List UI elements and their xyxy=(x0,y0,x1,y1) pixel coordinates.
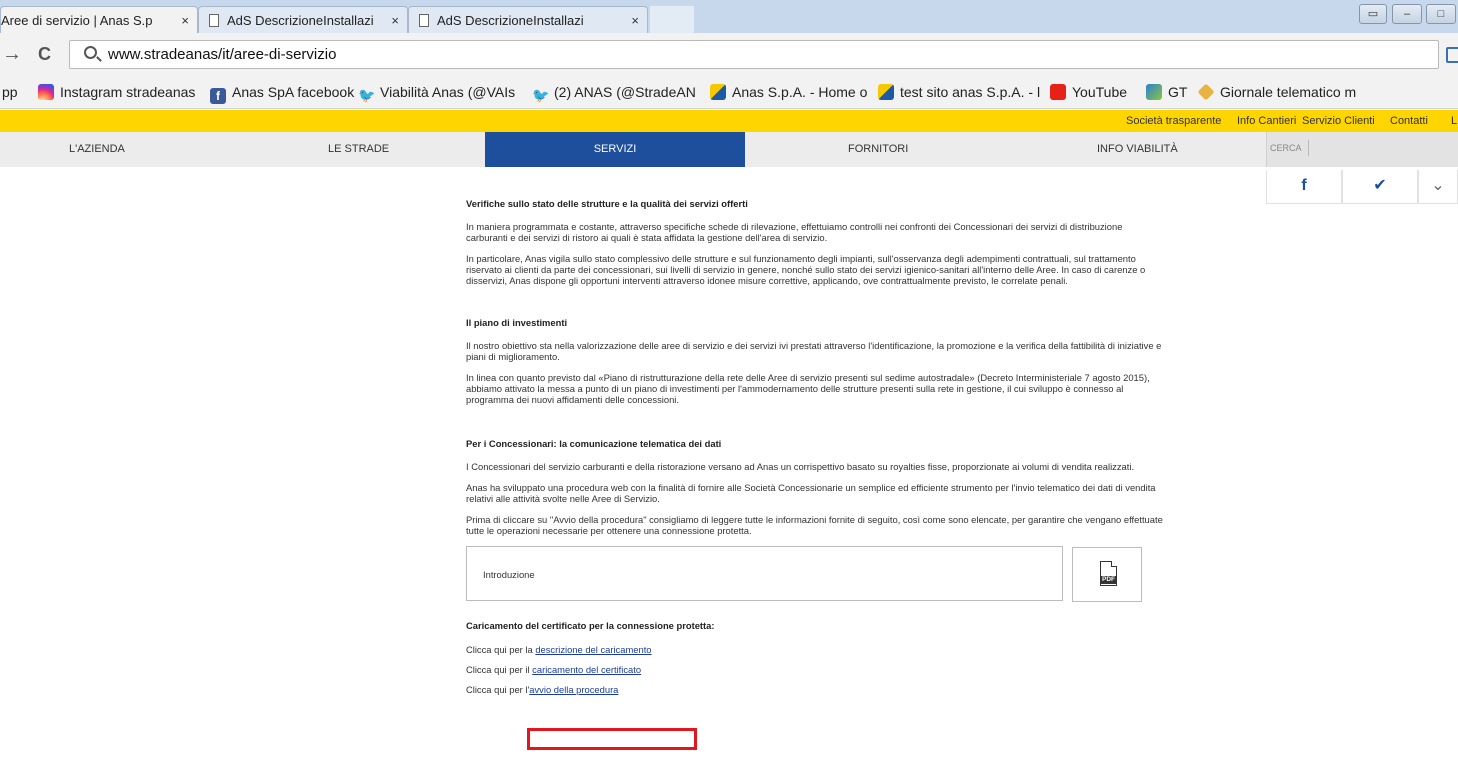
bookmark-gt[interactable]: GT xyxy=(1146,84,1187,100)
bookmark-test-sito[interactable]: test sito anas S.p.A. - l xyxy=(878,84,1040,100)
paragraph: In particolare, Anas vigila sullo stato … xyxy=(466,253,1146,286)
paragraph: Prima di cliccare su "Avvio della proced… xyxy=(466,514,1163,536)
nav-item-info-viabilita[interactable]: INFO VIABILITÀ xyxy=(1097,132,1178,167)
chevron-down-icon: ⌄ xyxy=(1431,177,1445,194)
forward-arrow-icon[interactable]: → xyxy=(2,43,22,66)
facebook-icon: f xyxy=(210,88,226,104)
nav-item-azienda[interactable]: L'AZIENDA xyxy=(69,132,125,167)
twitter-icon: 🐦 xyxy=(358,87,376,103)
nav-item-servizi[interactable]: SERVIZI xyxy=(485,132,745,167)
youtube-icon xyxy=(1050,84,1066,100)
introduzione-label: Introduzione xyxy=(483,569,535,580)
link-line-avvio: Clicca qui per l'avvio della procedura xyxy=(466,684,619,695)
paragraph: In maniera programmata e costante, attra… xyxy=(466,221,1123,243)
paragraph: Il nostro obiettivo sta nella valorizzaz… xyxy=(466,340,1162,362)
section-title: Caricamento del certificato per la conne… xyxy=(466,620,715,631)
tab-close-icon[interactable]: × xyxy=(391,7,399,33)
more-share-button[interactable]: ⌄ xyxy=(1418,170,1458,204)
paragraph: Anas ha sviluppato una procedura web con… xyxy=(466,482,1156,504)
section-title: Il piano di investimenti xyxy=(466,317,568,328)
search-divider xyxy=(1308,140,1309,156)
tab-ads-descrizione-1[interactable]: AdS DescrizioneInstallazi × xyxy=(198,6,408,33)
pdf-download-button[interactable]: PDF xyxy=(1072,547,1142,602)
instagram-icon xyxy=(38,84,54,100)
utility-bar: Società trasparente Info Cantieri Serviz… xyxy=(0,110,1458,132)
facebook-icon: f xyxy=(1301,177,1307,194)
link-caricamento-certificato[interactable]: caricamento del certificato xyxy=(532,664,641,675)
new-tab-button[interactable] xyxy=(650,6,694,33)
introduzione-box[interactable]: Introduzione PDF xyxy=(466,546,1142,602)
section-title: Per i Concessionari: la comunicazione te… xyxy=(466,438,722,449)
bookmarks-apps-label[interactable]: pp xyxy=(2,84,18,100)
diamond-icon xyxy=(1197,83,1215,101)
link-servizio-clienti[interactable]: Servizio Clienti xyxy=(1302,115,1375,127)
tab-aree-di-servizio[interactable]: Aree di servizio | Anas S.p × xyxy=(0,6,198,33)
tab-title: AdS DescrizioneInstallazi xyxy=(227,13,374,28)
minimize-button[interactable]: – xyxy=(1392,4,1422,24)
tab-title: AdS DescrizioneInstallazi xyxy=(437,13,584,28)
url-text: www.stradeanas/it/aree-di-servizio xyxy=(108,46,337,63)
bookmark-giornale[interactable]: Giornale telematico m xyxy=(1197,83,1356,101)
twitter-icon: ✔ xyxy=(1373,177,1387,194)
search-icon xyxy=(84,46,97,59)
browser-tab-strip: Aree di servizio | Anas S.p × AdS Descri… xyxy=(0,0,1458,33)
user-profile-icon[interactable]: ▭ xyxy=(1359,4,1387,24)
bookmark-instagram[interactable]: Instagram stradeanas xyxy=(38,84,195,100)
twitter-icon: 🐦 xyxy=(532,87,550,103)
bookmarks-bar: pp Instagram stradeanas f Anas SpA facebo… xyxy=(0,77,1458,109)
bookmark-anas-home[interactable]: Anas S.p.A. - Home o xyxy=(710,84,867,100)
bookmark-youtube[interactable]: YouTube xyxy=(1050,84,1127,100)
document-icon xyxy=(419,14,429,27)
paragraph: In linea con quanto previsto dal «Piano … xyxy=(466,372,1150,405)
tab-ads-descrizione-2[interactable]: AdS DescrizioneInstallazi × xyxy=(408,6,648,33)
bookmark-anas-twitter[interactable]: 🐦 (2) ANAS (@StradeAN xyxy=(532,84,696,103)
tab-close-icon[interactable]: × xyxy=(631,7,639,33)
main-content: Verifiche sullo stato delle strutture e … xyxy=(466,198,1166,705)
paragraph: I Concessionari del servizio carburanti … xyxy=(466,461,1135,472)
link-line-descrizione: Clicca qui per la descrizione del carica… xyxy=(466,644,652,655)
anas-icon xyxy=(878,84,894,100)
bookmark-viabilita[interactable]: 🐦 Viabilità Anas (@VAIs xyxy=(358,84,515,103)
site-search-input[interactable]: CERCA xyxy=(1266,132,1458,167)
maximize-button[interactable]: □ xyxy=(1426,4,1456,24)
main-navigation: L'AZIENDA LE STRADE SERVIZI FORNITORI IN… xyxy=(0,132,1266,167)
nav-item-strade[interactable]: LE STRADE xyxy=(328,132,389,167)
document-icon xyxy=(209,14,219,27)
tab-close-icon[interactable]: × xyxy=(181,7,189,33)
extension-icon[interactable] xyxy=(1446,47,1458,63)
link-descrizione-caricamento[interactable]: descrizione del caricamento xyxy=(535,644,651,655)
link-l[interactable]: L xyxy=(1451,115,1457,127)
link-line-caricamento: Clicca qui per il caricamento del certif… xyxy=(466,664,642,675)
pdf-icon: PDF xyxy=(1100,561,1117,586)
address-bar-row: → C www.stradeanas/it/aree-di-servizio xyxy=(0,33,1458,77)
nav-item-fornitori[interactable]: FORNITORI xyxy=(848,132,908,167)
facebook-share-button[interactable]: f xyxy=(1266,170,1342,204)
highlight-box xyxy=(527,728,697,750)
tab-title: Aree di servizio | Anas S.p xyxy=(1,13,153,28)
link-info-cantieri[interactable]: Info Cantieri xyxy=(1237,115,1296,127)
reload-icon[interactable]: C xyxy=(38,44,51,65)
url-input[interactable]: www.stradeanas/it/aree-di-servizio xyxy=(69,40,1439,69)
anas-icon xyxy=(710,84,726,100)
search-label: CERCA xyxy=(1270,143,1302,153)
section-title: Verifiche sullo stato delle strutture e … xyxy=(466,198,748,209)
gt-icon xyxy=(1146,84,1162,100)
twitter-share-button[interactable]: ✔ xyxy=(1342,170,1418,204)
link-contatti[interactable]: Contatti xyxy=(1390,115,1428,127)
link-societa-trasparente[interactable]: Società trasparente xyxy=(1126,115,1221,127)
bookmark-facebook[interactable]: f Anas SpA facebook xyxy=(210,84,354,104)
link-avvio-procedura[interactable]: avvio della procedura xyxy=(529,684,618,695)
